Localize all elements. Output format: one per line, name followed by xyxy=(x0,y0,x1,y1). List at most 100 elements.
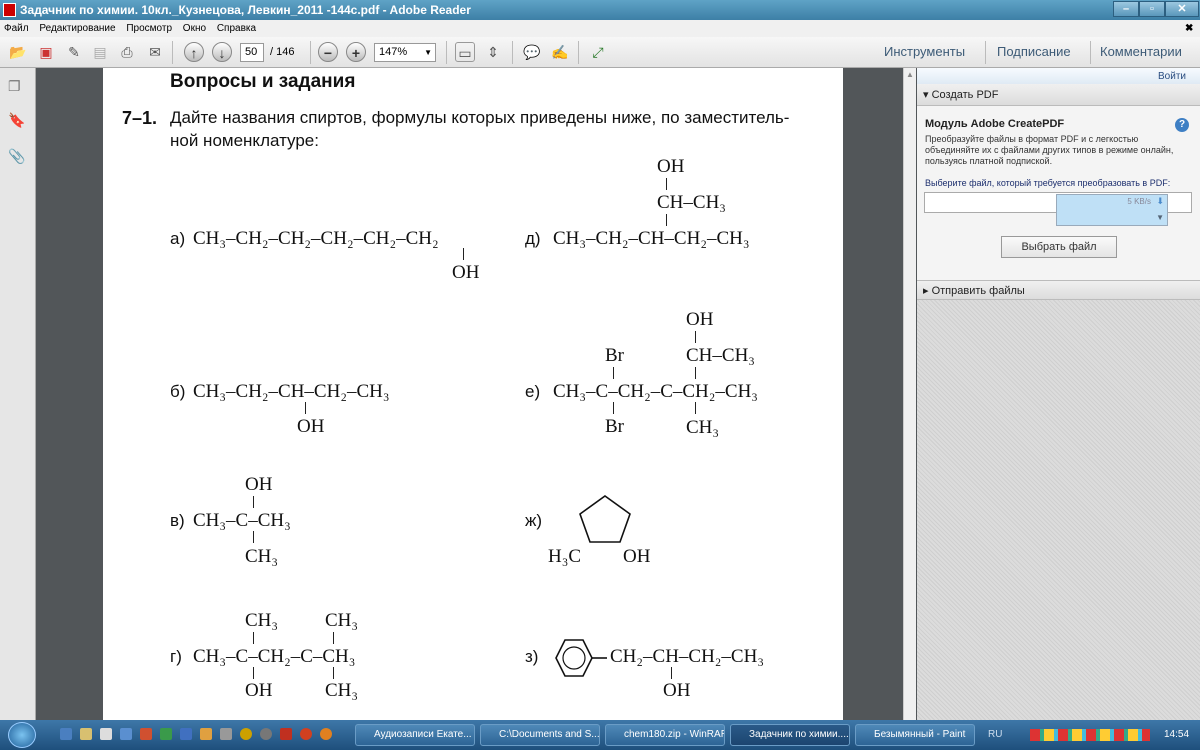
login-link[interactable]: Войти xyxy=(1158,71,1186,82)
item-e-label: е) xyxy=(525,382,541,401)
choose-file-button[interactable]: Выбрать файл xyxy=(1001,236,1117,258)
bond-line xyxy=(666,214,667,226)
system-tray-icons[interactable] xyxy=(1030,729,1150,741)
window-title: Задачник по химии. 10кл._Кузнецова, Левк… xyxy=(20,3,471,17)
tab-sign[interactable]: Подписание xyxy=(997,44,1071,59)
menu-file[interactable]: Файл xyxy=(4,23,29,34)
start-button[interactable] xyxy=(8,722,36,748)
taskbar-item-chrome[interactable]: Аудиозаписи Екате... xyxy=(355,724,475,746)
create-pdf-icon[interactable]: ▣ xyxy=(36,42,56,62)
help-icon[interactable]: ? xyxy=(1175,118,1189,132)
quicklaunch-icon[interactable] xyxy=(120,728,132,740)
zoom-select[interactable]: 147% ▼ xyxy=(374,43,436,62)
taskbar-item-winrar[interactable]: chem180.zip - WinRAR xyxy=(605,724,725,746)
quicklaunch-icon[interactable] xyxy=(300,728,312,740)
formula-e-ch3: CH₃ xyxy=(686,417,720,438)
menu-help[interactable]: Справка xyxy=(217,23,256,34)
download-arrow-icon: ⬇ xyxy=(1156,196,1164,206)
formula-zh-oh: OH xyxy=(623,546,651,567)
cyclopentane-ring xyxy=(579,495,631,543)
quicklaunch-icon[interactable] xyxy=(200,728,212,740)
create-pdf-header[interactable]: ▾ Создать PDF xyxy=(917,84,1200,106)
formula-e-oh: OH xyxy=(686,309,714,330)
separator xyxy=(985,41,986,64)
quicklaunch-icon[interactable] xyxy=(320,728,332,740)
close-document-icon[interactable]: ✖ xyxy=(1185,20,1193,37)
save-icon[interactable]: ▤ xyxy=(90,42,110,62)
quicklaunch-icon[interactable] xyxy=(260,728,272,740)
separator xyxy=(310,41,311,64)
send-files-header[interactable]: ▸ Отправить файлы xyxy=(917,280,1200,300)
quicklaunch-icon[interactable] xyxy=(220,728,232,740)
minimize-button[interactable]: – xyxy=(1113,1,1139,17)
quicklaunch-icon[interactable] xyxy=(100,728,112,740)
formula-g-ch3-3: CH₃ xyxy=(325,680,359,701)
adobe-reader-icon xyxy=(3,3,16,17)
maximize-button[interactable]: ▫ xyxy=(1139,1,1165,17)
scroll-up-icon[interactable]: ▲ xyxy=(906,70,914,79)
page-thumbnails-icon[interactable]: ❐ xyxy=(8,78,24,96)
quicklaunch-icon[interactable] xyxy=(240,728,252,740)
task-text-line1: Дайте названия спиртов, формулы которых … xyxy=(170,108,790,127)
quicklaunch-icon[interactable] xyxy=(180,728,192,740)
bond-line xyxy=(695,402,696,414)
tab-comments[interactable]: Комментарии xyxy=(1100,44,1182,59)
bond-line xyxy=(613,402,614,414)
quicklaunch-icon[interactable] xyxy=(160,728,172,740)
bond-line xyxy=(666,178,667,190)
quicklaunch-icon[interactable] xyxy=(60,728,72,740)
title-bar: Задачник по химии. 10кл._Кузнецова, Левк… xyxy=(0,0,1200,20)
taskbar-item-adobe-reader[interactable]: Задачник по химии.... xyxy=(730,724,850,746)
page-number-input[interactable]: 50 xyxy=(240,43,264,62)
open-icon[interactable]: 📂 xyxy=(8,42,28,62)
formula-d-branch: CH–CH₃ xyxy=(657,192,726,213)
highlight-icon[interactable]: ✍ xyxy=(550,42,570,62)
full-screen-icon[interactable]: ⤢ xyxy=(588,42,608,62)
formula-a: CH₃–CH₂–CH₂–CH₂–CH₂–CH₂ xyxy=(193,228,439,249)
quicklaunch-icon[interactable] xyxy=(140,728,152,740)
formula-g-ch3-2: CH₃ xyxy=(325,610,359,631)
chevron-down-icon: ▼ xyxy=(424,48,432,57)
tab-tools[interactable]: Инструменты xyxy=(884,44,965,59)
fit-width-icon[interactable]: ⇕ xyxy=(483,42,503,62)
formula-z-oh: OH xyxy=(663,680,691,701)
attachments-icon[interactable]: 📎 xyxy=(8,148,25,166)
bookmarks-icon[interactable]: 🔖 xyxy=(8,112,25,130)
chevron-down-icon[interactable]: ▼ xyxy=(1156,213,1164,222)
menu-window[interactable]: Окно xyxy=(183,23,206,34)
language-indicator[interactable]: RU xyxy=(988,729,1002,740)
clock: 14:54 xyxy=(1164,729,1190,740)
formula-e-br-bottom: Br xyxy=(605,416,624,437)
navigation-pane: ❐ 🔖 📎 xyxy=(0,68,36,720)
menu-edit[interactable]: Редактирование xyxy=(39,23,115,34)
zoom-out-button[interactable]: − xyxy=(318,42,338,62)
quicklaunch-icon[interactable] xyxy=(80,728,92,740)
bond-line xyxy=(333,632,334,644)
module-description: Преобразуйте файлы в формат PDF и с легк… xyxy=(925,134,1174,166)
email-icon[interactable]: ✉ xyxy=(145,42,165,62)
bond-line xyxy=(253,496,254,508)
item-z-label: з) xyxy=(525,647,539,666)
taskbar-item-explorer[interactable]: C:\Documents and S... xyxy=(480,724,600,746)
previous-page-button[interactable]: ↑ xyxy=(184,42,204,62)
separator xyxy=(1090,41,1091,64)
create-pdf-label: Создать PDF xyxy=(931,89,999,101)
quicklaunch-icon[interactable] xyxy=(280,728,292,740)
formula-v-oh: OH xyxy=(245,474,273,495)
comment-icon[interactable]: 💬 xyxy=(522,42,542,62)
print-icon[interactable]: ⎙ xyxy=(117,42,137,62)
close-button[interactable]: ✕ xyxy=(1165,1,1199,17)
formula-b: CH₃–CH₂–CH–CH₂–CH₃ xyxy=(193,381,390,402)
next-page-button[interactable]: ↓ xyxy=(212,42,232,62)
fit-page-icon[interactable]: ▭ xyxy=(455,42,475,62)
zoom-in-button[interactable]: + xyxy=(346,42,366,62)
taskbar-item-paint[interactable]: Безымянный - Paint xyxy=(855,724,975,746)
vertical-scrollbar[interactable]: ▲ xyxy=(903,68,916,720)
edit-icon[interactable]: ✎ xyxy=(64,42,84,62)
formula-z: CH₂–CH–CH₂–CH₃ xyxy=(610,646,764,667)
bond-line xyxy=(253,632,254,644)
formula-g: CH₃–C–CH₂–C–CH₃ xyxy=(193,646,356,667)
bond-line xyxy=(695,367,696,379)
item-g-label: г) xyxy=(170,647,182,666)
menu-view[interactable]: Просмотр xyxy=(126,23,172,34)
